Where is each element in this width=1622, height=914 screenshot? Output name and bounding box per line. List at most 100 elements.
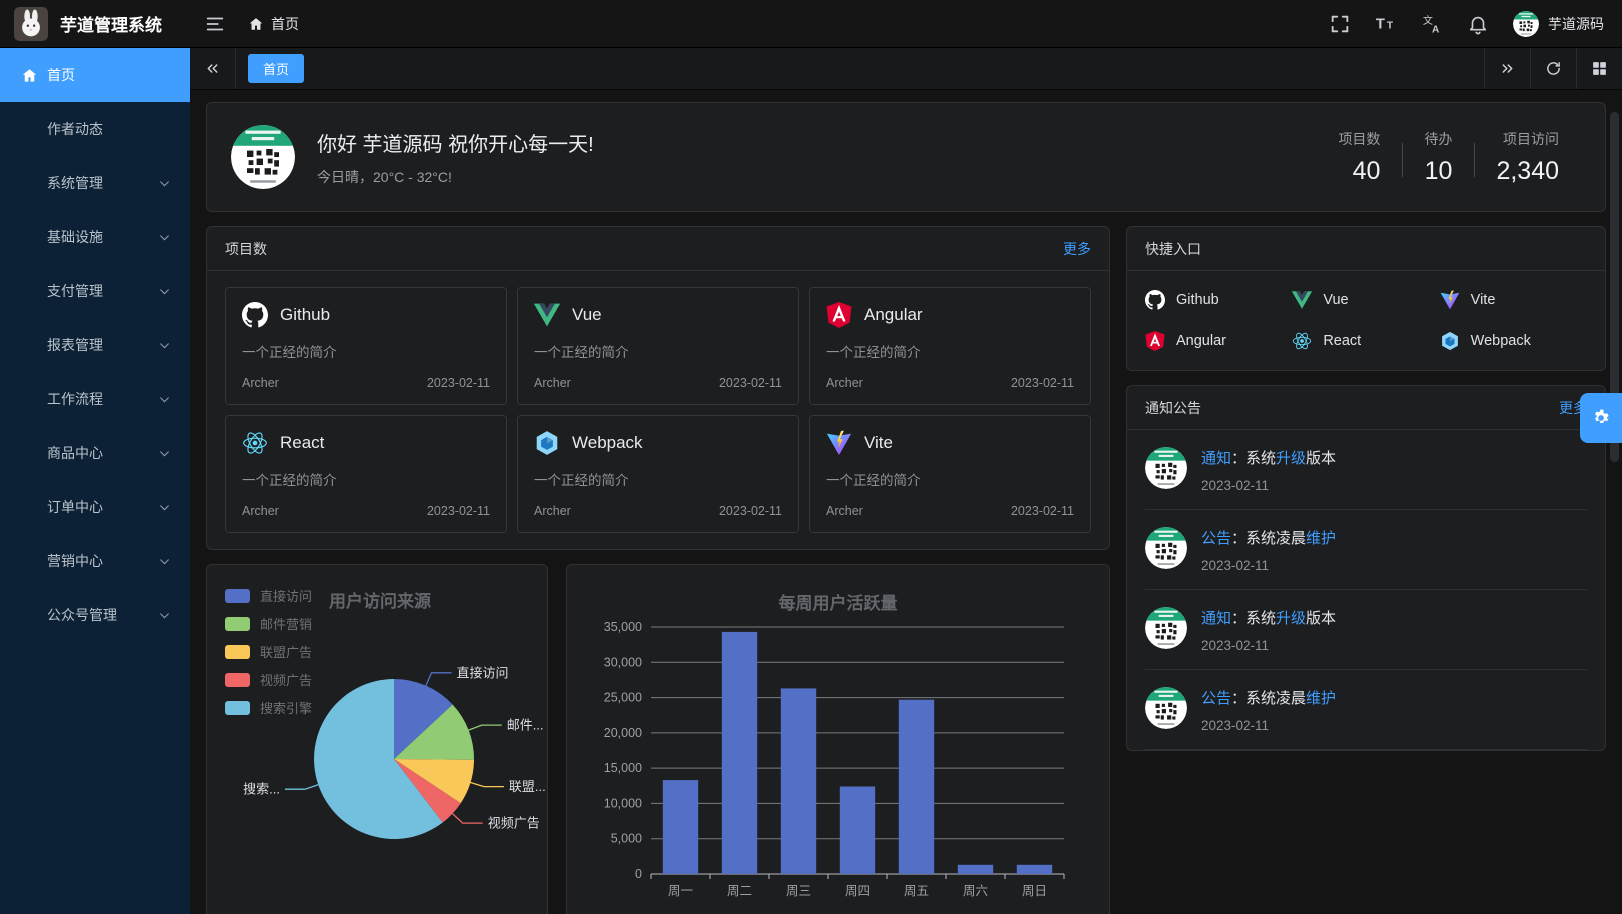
- legend-label: 邮件营销: [260, 614, 312, 633]
- legend-item[interactable]: 搜索引擎: [225, 698, 312, 717]
- project-name: Github: [280, 305, 330, 325]
- shortcut-icon: [1440, 290, 1460, 310]
- project-card[interactable]: React 一个正经的简介 Archer 2023-02-11: [225, 415, 507, 533]
- legend-label: 搜索引擎: [260, 698, 312, 717]
- refresh-icon: [1545, 60, 1562, 77]
- svg-text:10,000: 10,000: [604, 796, 642, 810]
- project-card[interactable]: Angular 一个正经的简介 Archer 2023-02-11: [809, 287, 1091, 405]
- sidebar-item[interactable]: 订单中心: [0, 480, 190, 534]
- project-card[interactable]: Vite 一个正经的简介 Archer 2023-02-11: [809, 415, 1091, 533]
- notice-title-part[interactable]: 通知: [1201, 610, 1231, 627]
- project-date: 2023-02-11: [719, 376, 782, 390]
- projects-more-link[interactable]: 更多: [1063, 239, 1091, 259]
- settings-button[interactable]: [1580, 393, 1622, 443]
- notice-title-part[interactable]: 升级: [1276, 450, 1306, 467]
- legend-swatch: [225, 617, 250, 631]
- locale-icon[interactable]: 文A: [1421, 13, 1443, 35]
- sidebar-item[interactable]: 基础设施: [0, 210, 190, 264]
- app-title: 芋道管理系统: [60, 11, 162, 36]
- tab-tools: [1484, 48, 1622, 89]
- pie-legend: 直接访问 邮件营销 联盟广告 视频广告 搜索引擎: [225, 586, 312, 717]
- svg-text:T: T: [1376, 16, 1385, 32]
- project-name: Vite: [864, 433, 893, 453]
- shortcut-grid: Github Vue Vite Angular React Webpack: [1127, 271, 1605, 370]
- project-author: Archer: [534, 376, 571, 390]
- stat-item: 项目访问 2,340: [1474, 129, 1581, 186]
- notice-item[interactable]: 公告：系统凌晨维护 2023-02-11: [1145, 510, 1587, 590]
- sidebar-item-label: 公众号管理: [47, 605, 117, 625]
- sidebar-item[interactable]: 系统管理: [0, 156, 190, 210]
- shortcut-item[interactable]: Github: [1145, 290, 1292, 310]
- project-desc: 一个正经的简介: [534, 469, 782, 489]
- sidebar-item[interactable]: 报表管理: [0, 318, 190, 372]
- project-footer: Archer 2023-02-11: [534, 376, 782, 390]
- chevron-double-right-icon: [1499, 60, 1516, 77]
- shortcut-item[interactable]: Vite: [1440, 290, 1587, 310]
- shortcut-item[interactable]: Angular: [1145, 331, 1292, 351]
- notice-body: 公告：系统凌晨维护 2023-02-11: [1201, 527, 1336, 573]
- notice-title-part[interactable]: 维护: [1306, 530, 1336, 547]
- project-name: Angular: [864, 305, 923, 325]
- sidebar-item[interactable]: 公众号管理: [0, 588, 190, 642]
- legend-item[interactable]: 联盟广告: [225, 642, 312, 661]
- project-card[interactable]: Vue 一个正经的简介 Archer 2023-02-11: [517, 287, 799, 405]
- notice-avatar: [1145, 527, 1187, 569]
- notice-title-part[interactable]: 公告: [1201, 690, 1231, 707]
- project-author: Archer: [242, 504, 279, 518]
- sidebar: 首页 作者动态 系统管理 基础设施 支付管理 报表管理 工作流程 商品中心 订单…: [0, 48, 190, 914]
- project-footer: Archer 2023-02-11: [826, 504, 1074, 518]
- project-card[interactable]: Github 一个正经的简介 Archer 2023-02-11: [225, 287, 507, 405]
- breadcrumb[interactable]: 首页: [248, 14, 299, 34]
- shortcut-item[interactable]: Vue: [1292, 290, 1439, 310]
- project-footer: Archer 2023-02-11: [242, 376, 490, 390]
- legend-item[interactable]: 邮件营销: [225, 614, 312, 633]
- notice-item[interactable]: 通知：系统升级版本 2023-02-11: [1145, 590, 1587, 670]
- fullscreen-icon[interactable]: [1329, 13, 1351, 35]
- notice-title-part[interactable]: 维护: [1306, 690, 1336, 707]
- font-size-icon[interactable]: TT: [1375, 13, 1397, 35]
- shortcut-item[interactable]: Webpack: [1440, 331, 1587, 351]
- legend-swatch: [225, 701, 250, 715]
- project-card[interactable]: Webpack 一个正经的简介 Archer 2023-02-11: [517, 415, 799, 533]
- project-date: 2023-02-11: [1011, 376, 1074, 390]
- sidebar-item[interactable]: 支付管理: [0, 264, 190, 318]
- chevron-down-icon: [158, 339, 171, 352]
- user-menu[interactable]: 芋道源码: [1513, 11, 1604, 37]
- shortcuts-card-title: 快捷入口: [1145, 239, 1201, 259]
- bell-icon[interactable]: [1467, 13, 1489, 35]
- tabs-scroll-left-button[interactable]: [190, 48, 236, 89]
- notice-title-part[interactable]: 公告: [1201, 530, 1231, 547]
- sidebar-item[interactable]: 首页: [0, 48, 190, 102]
- legend-item[interactable]: 直接访问: [225, 586, 312, 605]
- project-desc: 一个正经的简介: [826, 469, 1074, 489]
- sidebar-collapse-icon[interactable]: [204, 13, 226, 35]
- visit-source-chart-card: 用户访问来源 直接访问 邮件营销 联盟广告 视频广告 搜索引擎 直接访问邮件..…: [206, 564, 548, 914]
- sidebar-item[interactable]: 商品中心: [0, 426, 190, 480]
- notices-card-title: 通知公告: [1145, 398, 1201, 418]
- project-icon: [534, 302, 560, 328]
- legend-swatch: [225, 589, 250, 603]
- shortcut-item[interactable]: React: [1292, 331, 1439, 351]
- shortcut-label: Github: [1176, 292, 1219, 308]
- notice-item[interactable]: 公告：系统凌晨维护 2023-02-11: [1145, 670, 1587, 750]
- project-card-head: Webpack: [534, 430, 782, 456]
- tab-home[interactable]: 首页: [248, 54, 304, 83]
- sidebar-item-label: 报表管理: [47, 335, 103, 355]
- sidebar-item[interactable]: 作者动态: [0, 102, 190, 156]
- logo-zone[interactable]: 芋道管理系统: [0, 7, 190, 41]
- notice-title-part[interactable]: 升级: [1276, 610, 1306, 627]
- notice-title-part[interactable]: 通知: [1201, 450, 1231, 467]
- sidebar-item[interactable]: 工作流程: [0, 372, 190, 426]
- shortcut-label: Angular: [1176, 333, 1226, 349]
- breadcrumb-item-home[interactable]: 首页: [271, 14, 299, 34]
- notice-list: 通知：系统升级版本 2023-02-11 公告：系统凌晨维护 2023-02-1…: [1127, 430, 1605, 750]
- sidebar-item-label: 工作流程: [47, 389, 103, 409]
- project-author: Archer: [534, 504, 571, 518]
- layout-grid-button[interactable]: [1576, 48, 1622, 89]
- legend-item[interactable]: 视频广告: [225, 670, 312, 689]
- notice-item[interactable]: 通知：系统升级版本 2023-02-11: [1145, 430, 1587, 510]
- sidebar-item[interactable]: 营销中心: [0, 534, 190, 588]
- shortcut-label: Webpack: [1471, 333, 1531, 349]
- tabs-scroll-right-button[interactable]: [1484, 48, 1530, 89]
- refresh-button[interactable]: [1530, 48, 1576, 89]
